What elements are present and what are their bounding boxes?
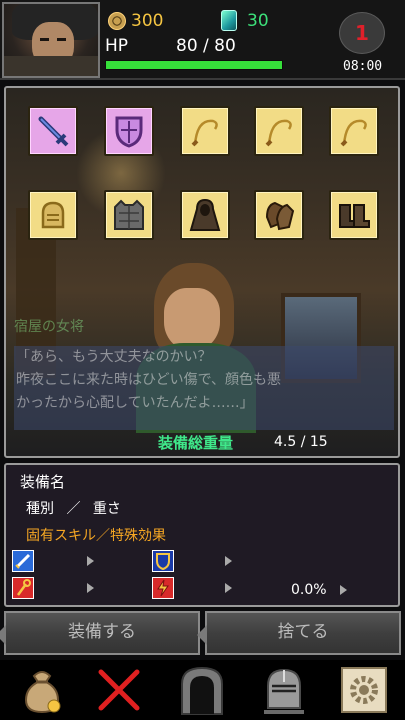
status-header: 300 30 HP 80 / 80 1 08:00 [0,0,405,80]
dialog-line: 「あら、もう大丈夫なのかい？ [16,349,212,365]
equipment-details: 装備名 種別 ／ 重さ 固有スキル／特殊効果 0.0% [4,463,400,607]
crit-percent: 0.0% [291,582,327,598]
equip-slot-shield[interactable] [104,106,154,156]
arrow-icon [87,556,94,566]
gem-icon [221,10,237,31]
whip-icon [191,119,218,147]
equip-slot-armor[interactable] [104,190,154,240]
nav-character[interactable] [256,662,312,718]
whip-icon [265,119,292,147]
equip-slot-whip[interactable] [180,106,230,156]
speed-stat-icon [152,577,174,599]
equip-slot-boots[interactable] [329,190,379,240]
total-weight-value: 4.5 / 15 [274,434,328,450]
dungeon-door-icon [181,666,223,715]
gem-amount: 30 [247,11,269,31]
nav-settings[interactable] [336,662,392,718]
hp-label: HP [105,36,129,56]
hp-bar [105,60,283,70]
defense-stat-icon [152,550,174,572]
arrow-icon [87,583,94,593]
dialog-box: 「あら、もう大丈夫なのかい？ 昨夜ここに来た時はひどい傷で、顔色も悪 かったから… [14,346,394,430]
dialog-line: かったから心配していたんだよ……」 [16,395,254,411]
boots-icon [339,204,370,228]
arrow-icon [225,556,232,566]
player-portrait[interactable] [2,2,100,78]
gear-icon [341,667,387,713]
equipment-name: 装備名 [20,473,66,491]
equip-slot-sword[interactable] [28,106,78,156]
hp-bar-fill [106,61,282,69]
game-clock: 08:00 [343,59,383,74]
arrow-icon [340,585,347,595]
helmet-icon [41,201,65,229]
arrow-icon [225,583,232,593]
knight-helmet-icon [264,668,304,714]
gold-coin-icon [108,12,126,30]
hp-value: 80 / 80 [176,36,236,56]
magic-stat-icon [12,577,34,599]
equip-button[interactable]: 装備する [0,611,200,655]
dialog-speaker: 宿屋の女将 [14,319,84,335]
bag-icon [24,671,61,714]
gloves-icon [265,201,295,231]
equip-slot-whip[interactable] [329,106,379,156]
equip-slot-helmet[interactable] [28,190,78,240]
equipment-type-weight: 種別 ／ 重さ [26,501,121,517]
nav-bag[interactable] [14,662,70,718]
shield-icon [115,116,143,148]
cloak-icon [189,198,221,231]
dialog-line: 昨夜ここに来た時はひどい傷で、顔色も悪 [16,372,282,388]
sword-icon [38,116,69,147]
bottom-nav [0,660,405,720]
nav-close[interactable] [91,662,147,718]
attack-stat-icon [12,550,34,572]
nav-dungeon[interactable] [174,662,230,718]
armor-vest-icon [114,199,144,230]
equipment-skill: 固有スキル／特殊効果 [26,528,166,544]
discard-button[interactable]: 捨てる [197,611,401,655]
gold-amount: 300 [131,11,164,31]
close-x-icon [98,669,140,711]
equip-slot-cloak[interactable] [180,190,230,240]
equip-slot-gloves[interactable] [254,190,304,240]
total-weight-label: 装備総重量 [158,434,234,452]
equip-slot-whip[interactable] [254,106,304,156]
equipment-panel: 宿屋の女将 「あら、もう大丈夫なのかい？ 昨夜ここに来た時はひどい傷で、顔色も悪… [4,86,400,458]
whip-icon [340,119,367,147]
notification-badge[interactable]: 1 [339,12,385,54]
